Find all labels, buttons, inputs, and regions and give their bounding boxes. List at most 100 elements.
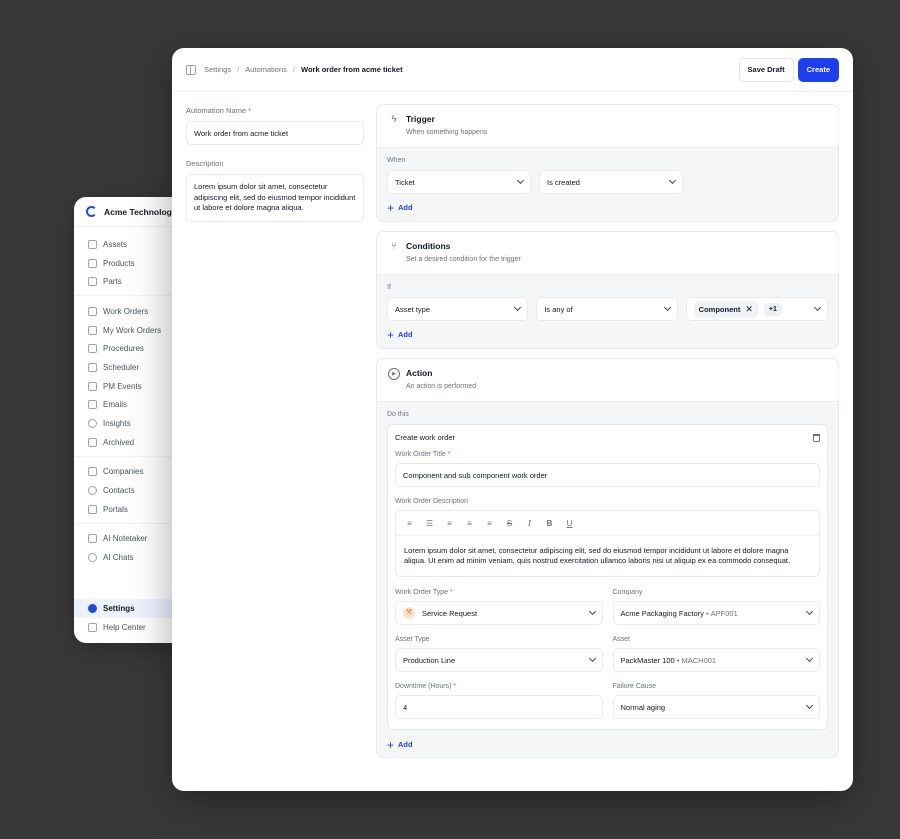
sidebar-item-procedures[interactable]: Procedures bbox=[74, 339, 184, 358]
sidebar-item-assets[interactable]: Assets bbox=[74, 235, 184, 254]
conditions-title: Conditions bbox=[406, 241, 451, 251]
trigger-body: When Ticket Is created + Add bbox=[377, 148, 838, 221]
portal-icon bbox=[88, 504, 97, 514]
calendar-event-icon bbox=[88, 381, 97, 391]
wrench-icon: ⚒ bbox=[403, 607, 415, 619]
branch-icon: ⑂ bbox=[391, 241, 397, 252]
add-condition-button[interactable]: + Add bbox=[387, 329, 828, 341]
action-title: Action bbox=[406, 368, 433, 378]
wo-type-label: Work Order Type * bbox=[395, 589, 453, 596]
conditions-header: ⑂ Conditions Set a desired condition for… bbox=[377, 232, 838, 275]
sidebar-toggle-icon[interactable] bbox=[186, 64, 196, 75]
breadcrumb-current: Work order from acme ticket bbox=[301, 65, 403, 74]
wo-description-text[interactable]: Lorem ipsum dolor sit amet, consectetur … bbox=[396, 536, 819, 576]
sidebar-item-companies[interactable]: Companies bbox=[74, 463, 184, 482]
failure-cause-label: Failure Cause bbox=[612, 683, 657, 690]
downtime-input[interactable]: 4 bbox=[395, 695, 603, 719]
sidebar-item-portals[interactable]: Portals bbox=[74, 500, 184, 519]
asset-type-label: Asset Type bbox=[395, 636, 430, 643]
sidebar-item-ai-notetaker[interactable]: AI Notetaker bbox=[74, 530, 184, 549]
sidebar-item-help-center[interactable]: Help Center bbox=[74, 618, 184, 637]
ordered-list-icon[interactable]: ≡ bbox=[405, 519, 414, 528]
value-chip: Component ✕ bbox=[693, 300, 758, 318]
chevron-down-icon bbox=[813, 303, 822, 312]
sidebar-item-parts[interactable]: Parts bbox=[74, 272, 184, 291]
conditions-subtitle: Set a desired condition for the trigger bbox=[406, 256, 521, 263]
sidebar-item-scheduler[interactable]: Scheduler bbox=[74, 358, 184, 377]
strikethrough-icon[interactable]: S bbox=[505, 519, 514, 528]
asset-type-select[interactable]: Production Line bbox=[395, 648, 603, 672]
sidebar-item-products[interactable]: Products bbox=[74, 254, 184, 273]
grid-icon bbox=[88, 277, 97, 287]
top-bar: Settings / Automations / Work order from… bbox=[172, 48, 853, 92]
downtime-label: Downtime (Hours) * bbox=[395, 683, 457, 690]
calendar-icon bbox=[88, 362, 97, 372]
add-action-button[interactable]: + Add bbox=[387, 739, 828, 751]
bold-icon[interactable]: B bbox=[545, 519, 554, 528]
sidebar-item-contacts[interactable]: Contacts bbox=[74, 481, 184, 500]
wo-title-input[interactable]: Component and sub component work order bbox=[395, 463, 820, 487]
automation-name-label: Automation Name * bbox=[186, 106, 252, 115]
note-icon bbox=[88, 534, 97, 544]
failure-cause-select[interactable]: Normal aging bbox=[612, 695, 820, 719]
conditions-body: If Asset type Is any of Component ✕ +1 + A… bbox=[377, 275, 838, 348]
action-body: Do this Create work order Work Order Tit… bbox=[377, 402, 838, 757]
wo-description-editor: ≡ ☰ ≡ ≡ ≡ S I B U Lorem ipsum dolor sit … bbox=[395, 510, 820, 577]
align-right-icon[interactable]: ≡ bbox=[485, 519, 494, 528]
tag-icon bbox=[88, 258, 97, 268]
create-button[interactable]: Create bbox=[797, 57, 839, 82]
trigger-event-select[interactable]: Is created bbox=[539, 170, 683, 194]
sidebar-item-archived[interactable]: Archived bbox=[74, 433, 184, 452]
org-name: Acme Technologi... bbox=[104, 206, 182, 217]
condition-field-select[interactable]: Asset type bbox=[387, 297, 529, 321]
sidebar-item-settings[interactable]: Settings bbox=[74, 599, 184, 618]
chevron-down-icon bbox=[514, 303, 522, 312]
insights-icon bbox=[88, 419, 97, 429]
bullet-list-icon[interactable]: ☰ bbox=[425, 519, 434, 528]
underline-icon[interactable]: U bbox=[565, 519, 574, 528]
italic-icon[interactable]: I bbox=[525, 519, 534, 528]
folder-user-icon bbox=[88, 325, 97, 335]
add-trigger-button[interactable]: + Add bbox=[387, 200, 828, 215]
trash-icon[interactable] bbox=[813, 433, 820, 442]
breadcrumb-separator: / bbox=[292, 65, 295, 74]
sidebar-group-ai: AI Notetaker AI Chats bbox=[74, 522, 184, 567]
lightning-icon: ϟ bbox=[391, 114, 397, 125]
condition-value-multiselect[interactable]: Component ✕ +1 bbox=[685, 297, 828, 321]
remove-chip-icon[interactable]: ✕ bbox=[745, 304, 753, 315]
asset-select[interactable]: PackMaster 100 • MACH001 bbox=[612, 648, 820, 672]
sidebar-item-pm-events[interactable]: PM Events bbox=[74, 377, 184, 396]
company-select[interactable]: Acme Packaging Factory • APF001 bbox=[612, 601, 820, 625]
trigger-section: ϟ Trigger When something happens When Ti… bbox=[376, 104, 839, 222]
wo-type-select[interactable]: ⚒ Service Request bbox=[395, 601, 603, 625]
condition-operator-select[interactable]: Is any of bbox=[536, 297, 678, 321]
sidebar-item-ai-chats[interactable]: AI Chats bbox=[74, 548, 184, 567]
align-left-icon[interactable]: ≡ bbox=[445, 519, 454, 528]
save-draft-button[interactable]: Save Draft bbox=[738, 57, 794, 82]
chevron-down-icon bbox=[668, 176, 677, 185]
trigger-entity-select[interactable]: Ticket bbox=[387, 170, 531, 194]
if-label: If bbox=[387, 284, 391, 291]
wo-fields-grid: Work Order Type * ⚒ Service Request Compa… bbox=[395, 589, 820, 719]
chevron-down-icon bbox=[588, 607, 596, 616]
wo-title-label: Work Order Title * bbox=[395, 451, 451, 458]
breadcrumb-automations[interactable]: Automations bbox=[245, 65, 287, 74]
sidebar-item-my-work-orders[interactable]: My Work Orders bbox=[74, 321, 184, 340]
align-center-icon[interactable]: ≡ bbox=[465, 519, 474, 528]
automation-details: Automation Name * Work order from acme t… bbox=[186, 106, 364, 222]
breadcrumb-separator: / bbox=[237, 65, 240, 74]
automation-name-input[interactable]: Work order from acme ticket bbox=[186, 121, 364, 145]
sidebar-item-work-orders[interactable]: Work Orders bbox=[74, 302, 184, 321]
sidebar-item-insights[interactable]: Insights bbox=[74, 414, 184, 433]
chevron-down-icon bbox=[516, 176, 525, 185]
chevron-down-icon bbox=[663, 303, 671, 312]
sidebar-item-emails[interactable]: Emails bbox=[74, 396, 184, 415]
sidebar-group-crm: Companies Contacts Portals bbox=[74, 455, 184, 519]
description-textarea[interactable]: Lorem ipsum dolor sit amet, consectetur … bbox=[186, 174, 364, 222]
breadcrumb-settings[interactable]: Settings bbox=[204, 65, 231, 74]
chevron-down-icon bbox=[805, 607, 814, 616]
sidebar-header[interactable]: Acme Technologi... bbox=[74, 197, 184, 227]
building-icon bbox=[88, 467, 97, 477]
plus-icon: + bbox=[387, 200, 395, 215]
action-section: ▶ Action An action is performed Do this … bbox=[376, 358, 839, 758]
